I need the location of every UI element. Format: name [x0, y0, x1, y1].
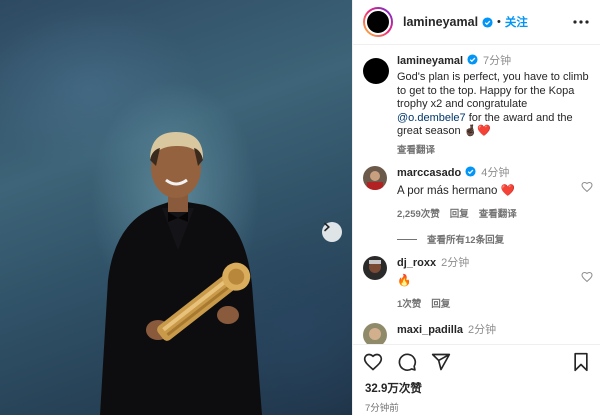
author-username[interactable]: lamineyamal	[403, 15, 478, 29]
caption-time: 7分钟	[483, 55, 512, 67]
comment-text: A por más hermano ❤️	[397, 185, 515, 197]
verified-badge-icon	[465, 166, 476, 177]
post-timestamp: 7分钟前	[365, 403, 399, 414]
comment-time: 2分钟	[441, 257, 470, 269]
heart-icon[interactable]	[363, 352, 383, 372]
post-caption: lamineyamal 7分钟 God's plan is perfect, yo…	[363, 54, 595, 156]
post-photo[interactable]	[0, 0, 352, 415]
follow-button[interactable]: 关注	[505, 14, 528, 30]
bookmark-icon[interactable]	[571, 352, 591, 372]
comment-like-count[interactable]: 2,259次赞	[397, 206, 440, 220]
reply-button[interactable]: 回复	[431, 296, 450, 310]
author-avatar[interactable]	[363, 7, 393, 37]
comment-item: maxi_padilla 2分钟	[363, 323, 595, 344]
comment-avatar[interactable]	[363, 166, 387, 190]
mention-link[interactable]: @o.dembele7	[397, 112, 466, 124]
chevron-right-icon	[324, 222, 330, 232]
comment-heart-icon[interactable]	[581, 270, 593, 283]
photo-illustration	[100, 132, 262, 415]
comment-username[interactable]: maxi_padilla	[397, 324, 463, 336]
comment-avatar[interactable]	[363, 256, 387, 280]
comment-username[interactable]: marccasado	[397, 167, 461, 179]
comment-time: 4分钟	[481, 167, 510, 179]
share-icon[interactable]	[431, 352, 451, 372]
post-actions: 32.9万次赞 7分钟前	[353, 344, 600, 414]
comments-list[interactable]: lamineyamal 7分钟 God's plan is perfect, yo…	[353, 46, 600, 344]
caption-text: God's plan is perfect, you have to climb…	[397, 71, 595, 139]
comment-like-count[interactable]: 1次赞	[397, 296, 421, 310]
comment-item: marccasado 4分钟 A por más hermano ❤️ 2,259…	[363, 166, 595, 220]
view-replies-line	[397, 238, 417, 240]
header-dot-separator: •	[497, 16, 501, 28]
comment-username[interactable]: dj_roxx	[397, 257, 436, 269]
view-replies-label: 查看所有12条回复	[427, 235, 505, 246]
comment-heart-icon[interactable]	[581, 180, 593, 193]
reply-button[interactable]: 回复	[450, 206, 469, 220]
comment-time: 2分钟	[468, 324, 497, 336]
comment-icon[interactable]	[397, 352, 417, 372]
see-translation-link[interactable]: 查看翻译	[397, 142, 595, 156]
post-header: lamineyamal • 关注	[353, 0, 600, 45]
carousel-next-button[interactable]	[322, 222, 342, 242]
verified-badge-icon	[467, 54, 478, 65]
verified-badge-icon	[482, 16, 493, 28]
see-translation-link[interactable]: 查看翻译	[479, 206, 517, 220]
caption-username[interactable]: lamineyamal	[397, 55, 463, 67]
comment-avatar[interactable]	[363, 323, 387, 344]
post-like-count[interactable]: 32.9万次赞	[353, 380, 600, 396]
caption-text-part: God's plan is perfect, you have to climb…	[397, 71, 589, 110]
comment-text: 🔥	[397, 275, 412, 287]
post-side-panel: lamineyamal • 关注 lamineyamal 7分钟 God's pl…	[352, 0, 600, 415]
caption-avatar[interactable]	[363, 58, 389, 84]
view-replies-link[interactable]: 查看所有12条回复	[397, 232, 504, 246]
more-options-icon[interactable]	[572, 13, 590, 31]
comment-item: dj_roxx 2分钟 🔥 1次赞 回复	[363, 256, 595, 310]
